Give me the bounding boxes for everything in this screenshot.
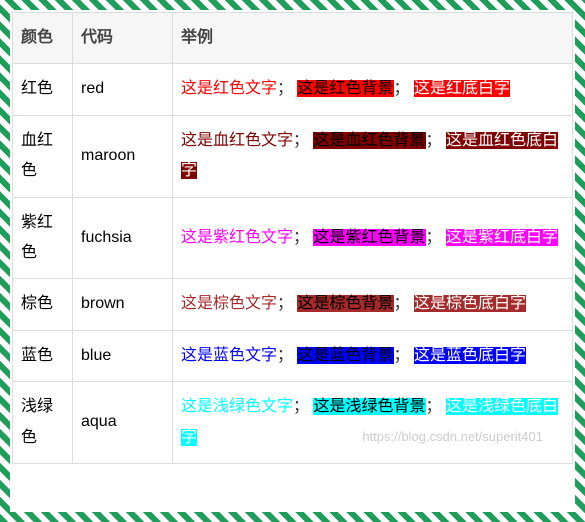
- color-name: 血红色: [13, 115, 73, 197]
- table-row: 蓝色 blue 这是蓝色文字； 这是蓝色背景； 这是蓝色底白字: [13, 330, 573, 381]
- table-row: 红色 red 这是红色文字； 这是红色背景； 这是红底白字: [13, 64, 573, 115]
- example-bg-color: 这是紫红色背景: [313, 229, 425, 246]
- color-code: red: [73, 64, 173, 115]
- example-text-color: 这是棕色文字: [181, 295, 277, 312]
- example-inverse: 这是棕色底白字: [414, 295, 526, 312]
- example-text-color: 这是浅绿色文字: [181, 398, 293, 415]
- header-example: 举例: [173, 13, 573, 64]
- color-example: 这是浅绿色文字； 这是浅绿色背景； 这是浅绿色底白字: [173, 382, 573, 464]
- example-bg-color: 这是蓝色背景: [297, 347, 393, 364]
- table-row: 血红色 maroon 这是血红色文字； 这是血红色背景； 这是血红色底白字: [13, 115, 573, 197]
- separator: ；: [426, 132, 442, 149]
- table-row: 浅绿色 aqua 这是浅绿色文字； 这是浅绿色背景； 这是浅绿色底白字: [13, 382, 573, 464]
- color-name: 浅绿色: [13, 382, 73, 464]
- color-example: 这是蓝色文字； 这是蓝色背景； 这是蓝色底白字: [173, 330, 573, 381]
- color-table: 颜色 代码 举例 红色 red 这是红色文字； 这是红色背景； 这是红底白字 血…: [12, 12, 573, 464]
- header-color: 颜色: [13, 13, 73, 64]
- example-text-color: 这是血红色文字: [181, 132, 293, 149]
- table-header-row: 颜色 代码 举例: [13, 13, 573, 64]
- color-code: maroon: [73, 115, 173, 197]
- color-example: 这是血红色文字； 这是血红色背景； 这是血红色底白字: [173, 115, 573, 197]
- separator: ；: [394, 80, 410, 97]
- separator: ；: [426, 229, 442, 246]
- example-inverse: 这是紫红底白字: [446, 229, 558, 246]
- separator: ；: [277, 347, 293, 364]
- header-code: 代码: [73, 13, 173, 64]
- example-bg-color: 这是红色背景: [297, 80, 393, 97]
- example-bg-color: 这是浅绿色背景: [313, 398, 425, 415]
- color-code: fuchsia: [73, 197, 173, 279]
- color-example: 这是棕色文字； 这是棕色背景； 这是棕色底白字: [173, 279, 573, 330]
- color-code: brown: [73, 279, 173, 330]
- color-code: blue: [73, 330, 173, 381]
- separator: ；: [293, 132, 309, 149]
- separator: ；: [293, 229, 309, 246]
- separator: ；: [394, 347, 410, 364]
- color-name: 棕色: [13, 279, 73, 330]
- separator: ；: [277, 80, 293, 97]
- example-text-color: 这是紫红色文字: [181, 229, 293, 246]
- example-inverse: 这是红底白字: [414, 80, 510, 97]
- table-row: 紫红色 fuchsia 这是紫红色文字； 这是紫红色背景； 这是紫红底白字: [13, 197, 573, 279]
- color-name: 蓝色: [13, 330, 73, 381]
- example-bg-color: 这是棕色背景: [297, 295, 393, 312]
- color-name: 紫红色: [13, 197, 73, 279]
- separator: ；: [394, 295, 410, 312]
- separator: ；: [293, 398, 309, 415]
- color-example: 这是红色文字； 这是红色背景； 这是红底白字: [173, 64, 573, 115]
- example-bg-color: 这是血红色背景: [313, 132, 425, 149]
- example-text-color: 这是红色文字: [181, 80, 277, 97]
- separator: ；: [277, 295, 293, 312]
- color-example: 这是紫红色文字； 这是紫红色背景； 这是紫红底白字: [173, 197, 573, 279]
- separator: ；: [426, 398, 442, 415]
- table-row: 棕色 brown 这是棕色文字； 这是棕色背景； 这是棕色底白字: [13, 279, 573, 330]
- example-text-color: 这是蓝色文字: [181, 347, 277, 364]
- color-code: aqua: [73, 382, 173, 464]
- example-inverse: 这是蓝色底白字: [414, 347, 526, 364]
- color-name: 红色: [13, 64, 73, 115]
